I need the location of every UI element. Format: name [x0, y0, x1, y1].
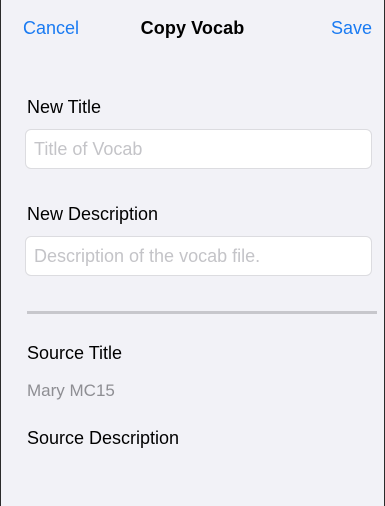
source-description-label: Source Description: [27, 428, 180, 448]
new-title-label: New Title: [27, 97, 102, 117]
section-divider: [27, 311, 377, 314]
new-description-input[interactable]: [25, 236, 372, 276]
source-title-value: Mary MC15: [27, 381, 115, 400]
save-button[interactable]: Save: [331, 18, 372, 39]
new-description-label: New Description: [27, 204, 159, 224]
source-title-label: Source Title: [27, 343, 123, 363]
navigation-bar: Cancel Copy Vocab Save: [1, 0, 384, 64]
copy-vocab-screen: Cancel Copy Vocab Save New Title New Des…: [0, 0, 385, 506]
new-title-input[interactable]: [25, 129, 372, 169]
page-title: Copy Vocab: [140, 18, 245, 38]
